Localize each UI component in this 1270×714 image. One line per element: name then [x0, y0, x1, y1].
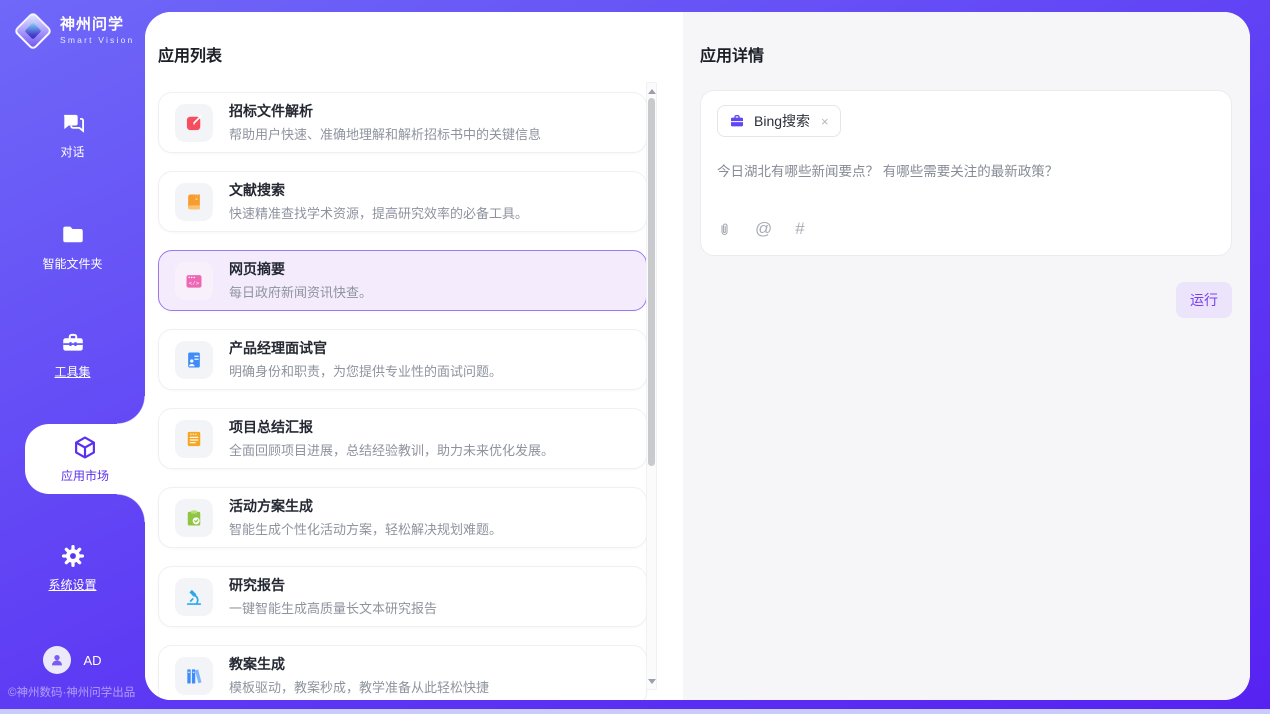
book-icon: [175, 183, 213, 221]
diamond-logo-icon: [16, 14, 50, 48]
copyright-footer: ©神州数码·神州问学出品: [8, 684, 135, 700]
user-initials: AD: [83, 653, 101, 668]
sidebar-item-toolset[interactable]: 工具集: [0, 330, 145, 380]
books-icon: [175, 657, 213, 695]
app-desc: 每日政府新闻资讯快查。: [229, 282, 372, 301]
app-desc: 帮助用户快速、准确地理解和解析招标书中的关键信息: [229, 124, 541, 143]
app-title: 招标文件解析: [229, 102, 541, 120]
app-list-panel: 应用列表 招标文件解析 帮助用户快速、准确地理解和解析招标书中的关键信息 文献搜…: [145, 12, 683, 700]
edit-document-icon: [175, 104, 213, 142]
folder-icon: [60, 222, 86, 248]
clipboard-check-icon: [175, 499, 213, 537]
prompt-card: Bing搜索 × 今日湖北有哪些新闻要点？ 有哪些需要关注的最新政策？ @ #: [700, 90, 1232, 256]
sidebar-item-label: 系统设置: [48, 576, 96, 593]
app-card-pm-interviewer[interactable]: 产品经理面试官 明确身份和职责，为您提供专业性的面试问题。: [158, 329, 647, 390]
run-row: 运行: [700, 282, 1232, 318]
app-desc: 智能生成个性化活动方案，轻松解决规划难题。: [229, 519, 502, 538]
sidebar-item-label: 工具集: [54, 363, 90, 380]
sidebar-item-chat[interactable]: 对话: [0, 110, 145, 160]
prompt-textbox[interactable]: 今日湖北有哪些新闻要点？ 有哪些需要关注的最新政策？: [717, 162, 1215, 182]
chat-icon: [60, 110, 86, 136]
app-desc: 快速精准查找学术资源，提高研究效率的必备工具。: [229, 203, 528, 222]
sidebar-item-label: 对话: [60, 143, 84, 160]
app-title: 产品经理面试官: [229, 339, 502, 357]
main-content: 应用列表 招标文件解析 帮助用户快速、准确地理解和解析招标书中的关键信息 文献搜…: [145, 12, 1250, 700]
briefcase-icon: [729, 113, 745, 129]
paperclip-icon[interactable]: [717, 221, 732, 238]
interviewer-icon: [175, 341, 213, 379]
brand-subtitle: Smart Vision: [60, 36, 134, 45]
scrollbar-up-arrow-icon[interactable]: [647, 85, 656, 97]
app-card-project-summary[interactable]: 项目总结汇报 全面回顾项目进展，总结经验教训，助力未来优化发展。: [158, 408, 647, 469]
gear-icon: [60, 543, 86, 569]
app-title: 研究报告: [229, 576, 437, 594]
attachment-toolbar: @ #: [717, 219, 1215, 241]
app-list-scrollbar[interactable]: [646, 82, 657, 690]
app-card-event-plan[interactable]: 活动方案生成 智能生成个性化活动方案，轻松解决规划难题。: [158, 487, 647, 548]
app-card-bid-parse[interactable]: 招标文件解析 帮助用户快速、准确地理解和解析招标书中的关键信息: [158, 92, 647, 153]
app-desc: 明确身份和职责，为您提供专业性的面试问题。: [229, 361, 502, 380]
sidebar: 神州问学 Smart Vision 对话 智能文件夹 工具集 应用市场: [0, 0, 145, 714]
sidebar-item-app-market[interactable]: 应用市场: [25, 424, 145, 494]
sidebar-item-label: 应用市场: [61, 467, 109, 484]
app-title: 活动方案生成: [229, 497, 502, 515]
app-card-web-summary[interactable]: </> 网页摘要 每日政府新闻资讯快查。: [158, 250, 647, 311]
at-icon[interactable]: @: [755, 219, 772, 239]
scrollbar-thumb[interactable]: [648, 98, 655, 466]
app-card-literature-search[interactable]: 文献搜索 快速精准查找学术资源，提高研究效率的必备工具。: [158, 171, 647, 232]
app-desc: 全面回顾项目进展，总结经验教训，助力未来优化发展。: [229, 440, 554, 459]
svg-text:</>: </>: [189, 280, 200, 287]
sidebar-item-smart-folder[interactable]: 智能文件夹: [0, 222, 145, 272]
avatar: [43, 646, 71, 674]
run-button[interactable]: 运行: [1176, 282, 1232, 318]
bottom-edge-strip: [0, 709, 1270, 714]
app-list: 招标文件解析 帮助用户快速、准确地理解和解析招标书中的关键信息 文献搜索 快速精…: [158, 92, 647, 700]
tool-chip-label: Bing搜索: [754, 111, 810, 131]
app-desc: 模板驱动，教案秒成，教学准备从此轻松快捷: [229, 677, 489, 696]
browser-code-icon: </>: [175, 262, 213, 300]
scrollbar-down-arrow-icon[interactable]: [647, 675, 656, 687]
app-title: 教案生成: [229, 655, 489, 673]
microscope-icon: [175, 578, 213, 616]
app-title: 网页摘要: [229, 260, 372, 278]
brand-name: 神州问学: [60, 17, 134, 34]
close-icon[interactable]: ×: [821, 114, 829, 129]
sidebar-item-settings[interactable]: 系统设置: [0, 543, 145, 593]
app-desc: 一键智能生成高质量长文本研究报告: [229, 598, 437, 617]
app-card-research-report[interactable]: 研究报告 一键智能生成高质量长文本研究报告: [158, 566, 647, 627]
brand-logo: 神州问学 Smart Vision: [16, 14, 134, 48]
app-title: 项目总结汇报: [229, 418, 554, 436]
app-list-title: 应用列表: [158, 42, 683, 66]
app-detail-title: 应用详情: [700, 42, 1232, 66]
cube-icon: [72, 435, 98, 461]
hash-icon[interactable]: #: [795, 219, 804, 239]
tool-chip-bing-search[interactable]: Bing搜索 ×: [717, 105, 841, 137]
app-title: 文献搜索: [229, 181, 528, 199]
app-detail-panel: 应用详情 Bing搜索 × 今日湖北有哪些新闻要点？ 有哪些需要关注的最新政策？…: [683, 12, 1250, 700]
user-account[interactable]: AD: [0, 646, 145, 674]
note-icon: [175, 420, 213, 458]
sidebar-item-label: 智能文件夹: [42, 255, 102, 272]
app-card-lesson-plan[interactable]: 教案生成 模板驱动，教案秒成，教学准备从此轻松快捷: [158, 645, 647, 700]
toolbox-icon: [60, 330, 86, 356]
